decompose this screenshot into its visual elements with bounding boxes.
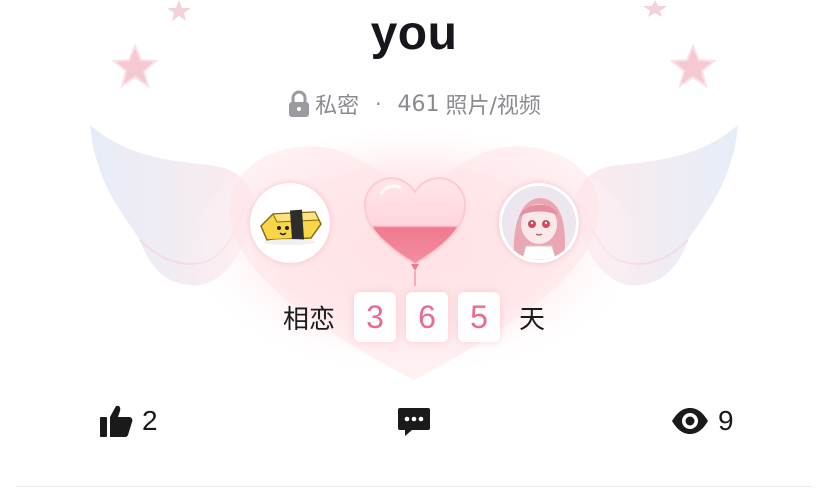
- day-digit: 6: [406, 292, 448, 342]
- anime-girl-avatar-image: [502, 186, 576, 260]
- heart-balloon-icon: [363, 177, 467, 286]
- lock-icon: [289, 90, 310, 117]
- day-digit: 5: [458, 292, 500, 342]
- anniversary-counter: 相恋 3 6 5 天: [0, 292, 828, 342]
- meta-separator: ·: [375, 92, 382, 116]
- anniversary-suffix: 天: [519, 304, 546, 335]
- like-count: 2: [142, 405, 158, 436]
- couple-album-header: you 私密 · 461 照片/视频 相恋 3 6 5 天 2 9: [0, 0, 828, 491]
- views-indicator: 9: [670, 398, 734, 444]
- media-count: 461: [397, 91, 440, 117]
- like-button[interactable]: 2: [98, 398, 158, 444]
- tamago-sushi-avatar-image: [253, 186, 327, 260]
- album-meta: 私密 · 461 照片/视频: [0, 88, 828, 120]
- chat-bubble-icon: [398, 408, 430, 436]
- album-title: you: [370, 7, 458, 60]
- eye-icon: [672, 408, 708, 434]
- view-count: 9: [718, 405, 734, 436]
- day-digit: 3: [354, 292, 396, 342]
- anniversary-prefix: 相恋: [282, 304, 335, 335]
- thumbs-up-icon: [100, 405, 133, 437]
- media-label: 照片/视频: [445, 94, 541, 119]
- section-divider: [16, 486, 812, 487]
- action-bar: 2 9: [0, 398, 828, 444]
- avatar-left[interactable]: [250, 183, 330, 263]
- avatar-right[interactable]: [499, 183, 579, 263]
- comment-button[interactable]: [396, 398, 432, 444]
- privacy-label: 私密: [315, 94, 360, 119]
